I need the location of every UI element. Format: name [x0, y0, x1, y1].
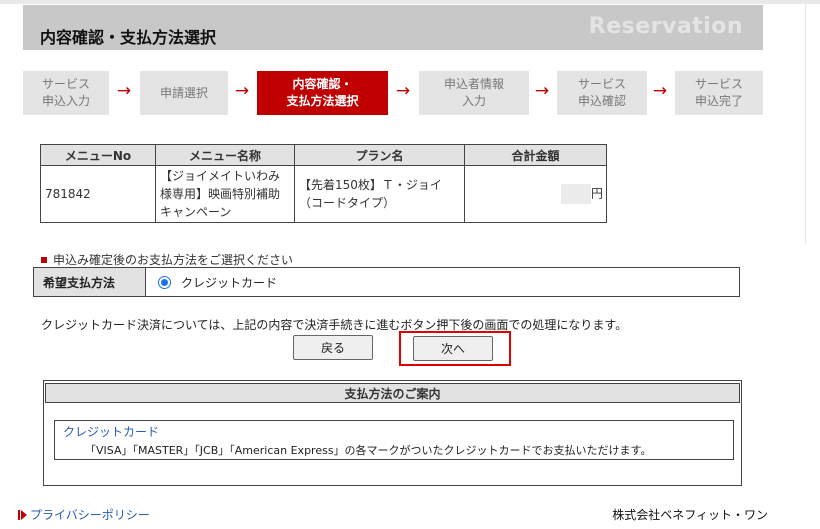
table-header-row: メニューNo メニュー名称 プラン名 合計金額 — [40, 144, 607, 166]
col-menu-name: メニュー名称 — [155, 144, 295, 166]
step-service-input: サービス 申込入力 — [23, 71, 109, 115]
link-marker-icon — [18, 509, 20, 520]
guide-item-body: 「VISA」「MASTER」「JCB」「American Express」の各マ… — [85, 444, 652, 457]
bullet-square-icon — [41, 256, 47, 263]
page-header: 内容確認・支払方法選択 Reservation — [23, 5, 763, 50]
back-button[interactable]: 戻る — [293, 335, 373, 360]
payment-note-text: 申込み確定後のお支払方法をご選択ください — [53, 253, 294, 267]
step-confirm-payment: 内容確認・ 支払方法選択 — [257, 71, 388, 115]
credit-card-processing-note: クレジットカード決済については、上記の内容で決済手続きに進むボタン押下後の画面で… — [41, 318, 628, 332]
step-arrow-icon: → — [652, 81, 668, 101]
step-arrow-icon: → — [234, 81, 250, 101]
guide-item-credit-card: クレジットカード 「VISA」「MASTER」「JCB」「American Ex… — [54, 420, 734, 460]
brand-watermark: Reservation — [588, 14, 743, 39]
radio-selected-dot — [161, 279, 168, 286]
col-total: 合計金額 — [464, 144, 607, 166]
cell-menu-no: 781842 — [40, 165, 156, 223]
payment-note: 申込み確定後のお支払方法をご選択ください — [41, 251, 293, 268]
payment-option-label: クレジットカード — [181, 276, 278, 290]
guide-heading: 支払方法のご案内 — [45, 383, 740, 403]
step-label: サービス 申込入力 — [41, 77, 90, 108]
radio-button[interactable] — [158, 276, 171, 289]
col-menu-no: メニューNo — [40, 144, 156, 166]
step-applicant-info: 申込者情報 入力 — [419, 71, 529, 115]
step-label: 内容確認・ 支払方法選択 — [286, 77, 359, 108]
step-service-complete: サービス 申込完了 — [675, 71, 763, 115]
step-arrow-icon: → — [395, 81, 411, 101]
cell-menu-name: 【ジョイメイトいわみ様専用】映画特別補助キャンペーン — [155, 165, 295, 223]
payment-guide: 支払方法のご案内 クレジットカード 「VISA」「MASTER」「JCB」「Am… — [43, 380, 742, 486]
redacted-amount — [560, 184, 591, 204]
cell-total: 円 — [464, 165, 607, 223]
privacy-policy-label: プライバシーポリシー — [30, 508, 150, 522]
cell-plan-name: 【先着150枚】Ｔ・ジョイ（コードタイプ） — [294, 165, 465, 223]
step-label: サービス 申込完了 — [694, 77, 743, 108]
step-label: 申請選択 — [159, 85, 208, 100]
next-button[interactable]: 次へ — [413, 336, 493, 361]
company-name: 株式会社ベネフィット・ワン — [612, 508, 768, 522]
step-arrow-icon: → — [534, 81, 550, 101]
order-table: メニューNo メニュー名称 プラン名 合計金額 781842 【ジョイメイトいわ… — [40, 144, 607, 223]
right-edge-line — [805, 4, 806, 244]
payment-option-credit-card[interactable]: クレジットカード — [158, 274, 277, 291]
step-arrow-icon: → — [116, 81, 132, 101]
step-service-confirm: サービス 申込確認 — [557, 71, 647, 115]
currency-suffix: 円 — [590, 186, 603, 201]
privacy-policy-link[interactable]: プライバシーポリシー — [18, 506, 150, 523]
payment-method-label: 希望支払方法 — [34, 268, 146, 296]
link-arrow-icon — [21, 509, 27, 520]
step-label: 申込者情報 入力 — [443, 77, 504, 108]
page-title: 内容確認・支払方法選択 — [40, 28, 217, 47]
table-row: 781842 【ジョイメイトいわみ様専用】映画特別補助キャンペーン 【先着150… — [40, 165, 607, 223]
top-border — [0, 0, 820, 4]
guide-item-title: クレジットカード — [63, 425, 160, 439]
step-label: サービス 申込確認 — [577, 77, 626, 108]
payment-method-table: 希望支払方法 クレジットカード — [33, 267, 740, 297]
col-plan-name: プラン名 — [294, 144, 465, 166]
step-application-select: 申請選択 — [140, 71, 228, 115]
